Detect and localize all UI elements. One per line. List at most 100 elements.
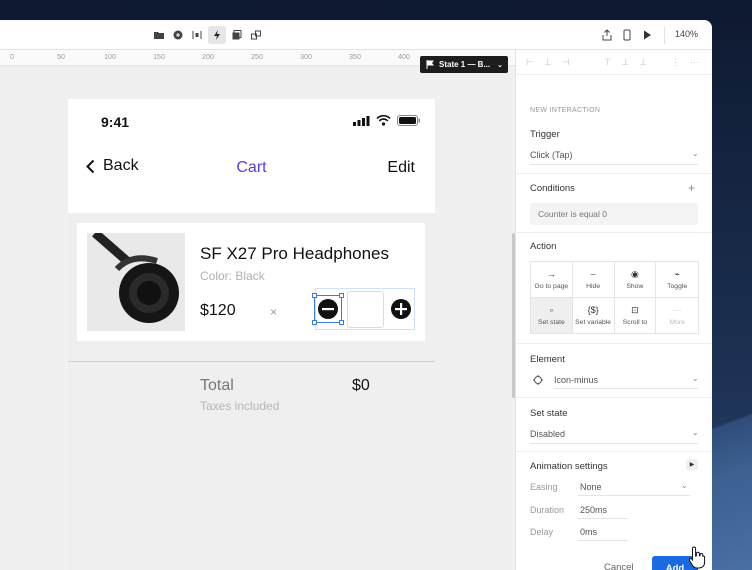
action-scroll-to[interactable]: ⊡ Scroll to	[615, 297, 657, 333]
section-divider	[516, 397, 712, 398]
ruler-tick: 250	[251, 54, 263, 61]
ruler-tick: 50	[57, 54, 65, 61]
set-state-select[interactable]: Disabled	[530, 429, 565, 439]
action-hide[interactable]: ⌣ Hide	[572, 262, 615, 298]
align-center-icon[interactable]: ⊥	[544, 57, 552, 68]
link-icon[interactable]	[247, 26, 265, 44]
action-toggle[interactable]: ⌁ Toggle	[656, 262, 698, 298]
action-label: Action	[530, 241, 557, 252]
panel-header: NEW INTERACTION	[530, 107, 601, 114]
ruler-tick: 300	[300, 54, 312, 61]
status-icons	[353, 115, 421, 126]
eye-icon: ◉	[630, 268, 639, 279]
preview-play-icon[interactable]: ▶	[686, 459, 698, 470]
section-divider	[516, 173, 712, 174]
wifi-icon	[376, 115, 391, 126]
top-toolbar: 140%	[0, 20, 712, 50]
action-go-to-page[interactable]: → Go to page	[531, 262, 573, 298]
section-divider	[516, 232, 712, 233]
component-icon[interactable]	[169, 26, 187, 44]
resize-handle[interactable]	[312, 320, 317, 325]
scroll-to-icon: ⊡	[631, 304, 639, 315]
flag-icon	[426, 60, 434, 69]
condition-item[interactable]: Counter is equal 0	[530, 203, 698, 225]
easing-select[interactable]: None	[580, 482, 602, 492]
state-selector[interactable]: State 1 — B... ⌄	[420, 56, 508, 73]
more-icon: ···	[672, 304, 682, 315]
play-icon[interactable]	[638, 26, 656, 44]
ruler-tick: 150	[153, 54, 165, 61]
resize-handle[interactable]	[339, 293, 344, 298]
export-icon[interactable]	[598, 26, 616, 44]
action-set-state[interactable]: ▫ Set state	[531, 297, 573, 333]
set-state-icon: ▫	[549, 304, 553, 315]
signal-icon	[353, 115, 370, 126]
chevron-down-icon: ⌄	[692, 428, 699, 437]
chevron-down-icon: ⌄	[692, 149, 699, 158]
selection-box	[312, 293, 344, 325]
cancel-button[interactable]: Cancel	[604, 562, 634, 570]
input-underline	[578, 540, 628, 541]
folder-icon[interactable]	[150, 26, 168, 44]
battery-icon	[397, 115, 420, 126]
dropdown-underline	[530, 164, 698, 165]
delay-input[interactable]: 0ms	[580, 527, 597, 537]
duration-label: Duration	[530, 505, 565, 515]
align-bottom-icon[interactable]: ⊥	[639, 57, 647, 68]
action-label: Go to page	[534, 282, 569, 290]
duration-input[interactable]: 250ms	[580, 505, 607, 515]
dropdown-underline	[578, 495, 690, 496]
product-image	[87, 233, 185, 331]
animation-settings-label: Animation settings	[530, 461, 608, 472]
canvas-scrollbar[interactable]	[512, 233, 515, 398]
resize-handle[interactable]	[312, 293, 317, 298]
align-left-icon[interactable]: ⊢	[526, 57, 534, 68]
element-select[interactable]: Icon-minus	[554, 375, 598, 385]
align-middle-icon[interactable]: ⊥	[621, 57, 629, 68]
dropdown-underline	[530, 443, 698, 444]
distribute-h-icon[interactable]: ⋮	[671, 57, 680, 68]
align-top-icon[interactable]: ⊤	[604, 57, 612, 68]
trigger-select[interactable]: Click (Tap)	[530, 150, 573, 160]
trigger-label: Trigger	[530, 129, 560, 140]
phone-frame: 9:41 Back Cart Edit SF X27 Pro Headphone…	[68, 99, 435, 570]
action-show[interactable]: ◉ Show	[614, 262, 657, 298]
layers-icon[interactable]	[228, 26, 246, 44]
divider	[68, 361, 435, 362]
tax-note: Taxes included	[200, 399, 280, 413]
section-divider	[516, 343, 712, 344]
plus-icon[interactable]	[390, 298, 412, 320]
state-label: State 1 — B...	[439, 60, 491, 69]
distribute-icon[interactable]	[188, 26, 206, 44]
ruler-tick: 200	[202, 54, 214, 61]
design-canvas[interactable]: 9:41 Back Cart Edit SF X27 Pro Headphone…	[0, 66, 515, 570]
add-condition-button[interactable]: +	[688, 181, 695, 195]
product-price: $120	[200, 302, 236, 319]
input-underline	[578, 518, 628, 519]
chevron-down-icon: ⌄	[692, 374, 699, 383]
lightning-icon[interactable]	[208, 26, 226, 44]
action-more[interactable]: ··· More	[656, 298, 698, 334]
action-set-variable[interactable]: {$} Set variable	[573, 297, 615, 333]
resize-handle[interactable]	[339, 320, 344, 325]
chevron-down-icon: ⌄	[681, 481, 688, 490]
quantity-field[interactable]	[347, 291, 384, 328]
cart-item-card: SF X27 Pro Headphones Color: Black $120 …	[77, 223, 425, 341]
nav-title: Cart	[236, 159, 267, 176]
set-state-label: Set state	[530, 408, 568, 419]
toolbar-divider	[664, 26, 665, 44]
distribute-v-icon[interactable]: ⋯	[690, 57, 699, 68]
total-value: $0	[352, 377, 370, 394]
dropdown-underline	[554, 388, 698, 389]
zoom-level[interactable]: 140%	[675, 29, 698, 39]
product-color: Color: Black	[200, 269, 265, 283]
align-tools: ⊢ ⊥ ⊣ ⊤ ⊥ ⊥ ⋮ ⋯	[516, 50, 712, 75]
edit-button[interactable]: Edit	[387, 159, 415, 177]
delay-label: Delay	[530, 527, 554, 537]
ruler-tick: 0	[10, 54, 14, 61]
section-divider	[516, 451, 712, 452]
align-right-icon[interactable]: ⊣	[562, 57, 570, 68]
action-label: Toggle	[667, 282, 688, 290]
device-icon[interactable]	[618, 26, 636, 44]
action-label: Set variable	[575, 318, 612, 326]
